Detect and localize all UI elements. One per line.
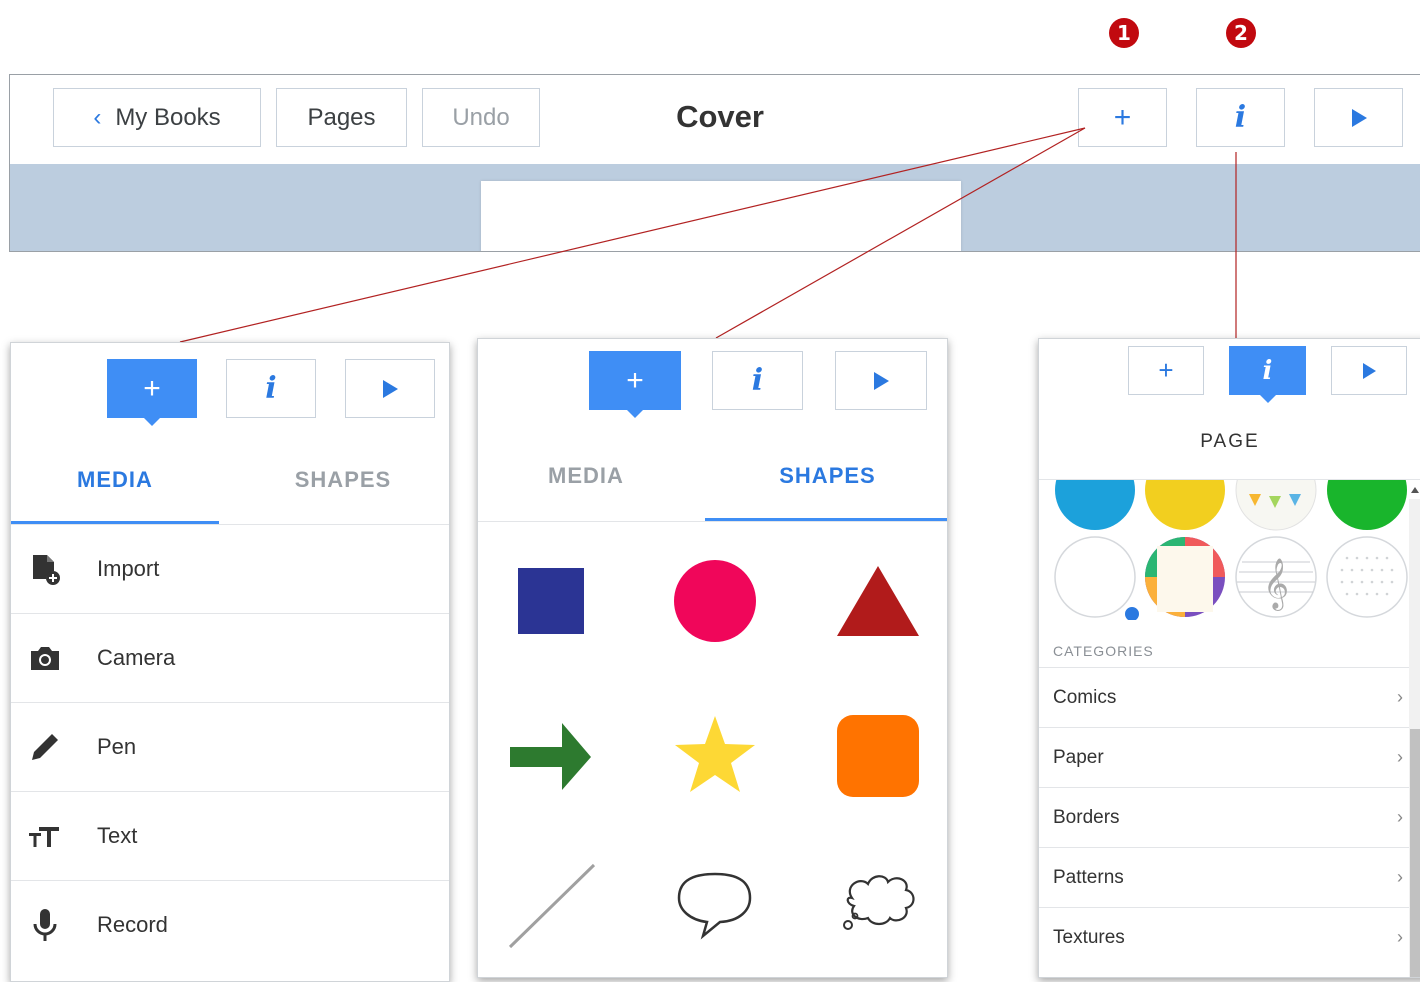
category-label: Comics <box>1053 686 1117 708</box>
scroll-up-arrow-icon[interactable] <box>1411 487 1419 493</box>
triangle-shape <box>837 566 919 636</box>
info-button[interactable]: i <box>1229 346 1306 403</box>
dotted-swatch <box>1326 536 1408 618</box>
menu-item-label: Camera <box>97 645 176 670</box>
text-icon <box>13 821 77 851</box>
info-button[interactable]: i <box>712 351 803 410</box>
play-icon <box>874 371 889 390</box>
menu-item-import[interactable]: Import <box>11 524 449 613</box>
categories-heading: CATEGORIES <box>1053 643 1154 659</box>
add-button[interactable]: + <box>589 351 681 418</box>
page-panel: + i PAGE 𝄞 CATEGORIES Comics › Paper › B… <box>1038 338 1420 978</box>
plus-icon: + <box>143 371 161 405</box>
blue-swatch <box>1055 480 1135 530</box>
info-icon: i <box>751 363 764 398</box>
chevron-right-icon: › <box>1397 807 1403 827</box>
white-swatch <box>1054 536 1136 618</box>
category-borders[interactable]: Borders › <box>1039 787 1409 847</box>
background-swatches: 𝄞 <box>1054 480 1408 620</box>
treble-clef-icon: 𝄞 <box>1263 558 1289 611</box>
plus-icon: + <box>626 363 644 397</box>
tab-shapes[interactable]: SHAPES <box>239 467 447 493</box>
pen-icon <box>13 730 77 764</box>
yellow-swatch <box>1145 480 1225 530</box>
connector-line-2 <box>715 127 1086 339</box>
menu-item-label: Pen <box>97 734 137 759</box>
category-patterns[interactable]: Patterns › <box>1039 847 1409 907</box>
category-label: Borders <box>1053 806 1120 828</box>
menu-item-camera[interactable]: Camera <box>11 613 449 702</box>
category-label: Patterns <box>1053 866 1124 888</box>
info-icon: i <box>1262 355 1273 386</box>
square-shape <box>518 568 584 634</box>
tab-media[interactable]: MEDIA <box>11 467 219 493</box>
info-icon: i <box>265 371 277 406</box>
arrow-shape <box>510 723 591 790</box>
import-icon <box>13 552 77 586</box>
play-button[interactable] <box>345 359 435 418</box>
play-button[interactable] <box>835 351 927 410</box>
category-label: Paper <box>1053 746 1104 768</box>
active-tab-indicator <box>705 518 947 521</box>
rounded-square-shape <box>837 715 919 797</box>
shapes-grid <box>508 560 919 949</box>
play-icon <box>1363 362 1376 379</box>
category-paper[interactable]: Paper › <box>1039 727 1409 787</box>
plus-icon: + <box>1158 355 1174 385</box>
menu-item-label: Import <box>97 556 160 581</box>
chevron-right-icon: › <box>1397 687 1403 707</box>
chevron-right-icon: › <box>1397 747 1403 767</box>
camera-icon <box>13 643 77 673</box>
shapes-panel: + i MEDIA SHAPES <box>477 338 948 978</box>
menu-item-pen[interactable]: Pen <box>11 702 449 791</box>
panel-heading: PAGE <box>1200 431 1260 452</box>
tab-media[interactable]: MEDIA <box>478 463 694 489</box>
star-shape <box>675 716 755 792</box>
scrollbar-thumb[interactable] <box>1410 729 1420 977</box>
menu-item-label: Text <box>97 823 138 848</box>
play-icon <box>383 379 398 398</box>
category-label: Textures <box>1053 926 1125 948</box>
chevron-right-icon: › <box>1397 867 1403 887</box>
add-button[interactable]: + <box>1128 346 1204 395</box>
tab-shapes[interactable]: SHAPES <box>706 463 947 489</box>
selected-check-icon <box>1123 605 1141 620</box>
category-comics[interactable]: Comics › <box>1039 667 1409 727</box>
line-shape <box>508 863 596 949</box>
menu-item-record[interactable]: Record <box>11 880 449 969</box>
media-panel: + i MEDIA SHAPES Import Camera Pen Text <box>10 342 450 982</box>
microphone-icon <box>13 907 77 943</box>
speech-bubble-shape <box>677 872 752 940</box>
menu-item-label: Record <box>97 912 168 937</box>
connector-line-1 <box>179 127 1086 343</box>
play-button[interactable] <box>1331 346 1407 395</box>
info-button[interactable]: i <box>226 359 316 418</box>
green-swatch <box>1327 480 1407 530</box>
category-textures[interactable]: Textures › <box>1039 907 1409 967</box>
menu-item-text[interactable]: Text <box>11 791 449 880</box>
circle-shape <box>674 560 756 642</box>
add-button[interactable]: + <box>107 359 197 426</box>
chevron-right-icon: › <box>1397 927 1403 947</box>
